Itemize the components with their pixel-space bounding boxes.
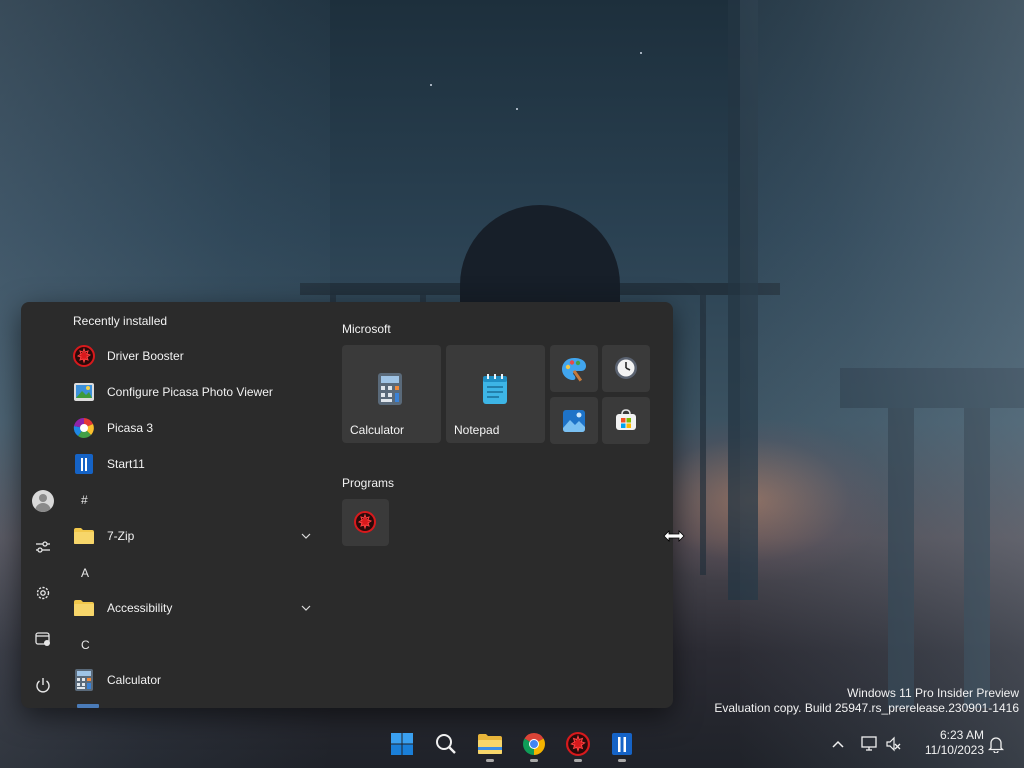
folder-icon: [73, 597, 95, 619]
curtain-right: [740, 0, 1024, 768]
tile-label: Notepad: [454, 423, 500, 437]
calculator-icon: [378, 373, 402, 405]
star: [640, 52, 642, 54]
star: [430, 84, 432, 86]
search-button[interactable]: [426, 724, 466, 764]
notepad-icon: [482, 373, 508, 405]
recently-installed-heading: Recently installed: [73, 314, 168, 328]
photos-icon: [562, 409, 586, 433]
programs-group-heading: Programs: [342, 476, 395, 490]
settings-button[interactable]: [29, 579, 57, 607]
start11-taskbar-button[interactable]: [602, 724, 642, 764]
power-button[interactable]: [29, 671, 57, 699]
picasa-viewer-icon: [73, 381, 95, 403]
next-list-item-partial: [77, 704, 99, 708]
start-rail: [21, 302, 65, 708]
notifications-button[interactable]: [982, 724, 1010, 764]
letter-header-hash[interactable]: #: [81, 493, 88, 507]
tile-label: Calculator: [350, 423, 405, 437]
sliders-icon: [36, 541, 50, 553]
list-item-picasa-3[interactable]: Picasa 3: [73, 413, 313, 443]
clock-icon: [614, 356, 638, 380]
search-icon: [436, 734, 456, 754]
watermark-line-2: Evaluation copy. Build 25947.rs_prerelea…: [714, 701, 1019, 715]
driver-booster-icon: [73, 345, 95, 367]
chevron-down-icon[interactable]: [299, 529, 313, 543]
list-item-label: 7-Zip: [107, 529, 135, 543]
railing-post: [700, 295, 706, 575]
star: [516, 108, 518, 110]
driver-booster-icon: [354, 511, 376, 533]
tile-notepad[interactable]: Notepad: [446, 345, 545, 443]
list-item-calculator[interactable]: Calculator: [73, 665, 313, 695]
tile-clock[interactable]: [602, 345, 650, 392]
list-item-label: Calculator: [107, 673, 162, 687]
list-item-label: Driver Booster: [107, 349, 184, 363]
list-item-label: Accessibility: [107, 601, 173, 615]
pinned-area: Microsoft Calculator Notepad Programs: [341, 302, 673, 708]
start-icon: [391, 733, 413, 755]
personalization-button[interactable]: [29, 533, 57, 561]
user-avatar: [32, 490, 54, 512]
tile-paint[interactable]: [550, 345, 598, 392]
show-hidden-icons-button[interactable]: [824, 724, 852, 764]
calculator-icon: [73, 669, 95, 691]
start11-icon: [612, 733, 632, 755]
file-explorer-icon: [35, 632, 50, 646]
list-item-start11[interactable]: Start11: [73, 449, 313, 479]
running-indicator: [574, 759, 582, 762]
power-icon: [36, 678, 50, 693]
clock-time: 6:23 AM: [939, 728, 984, 742]
chevron-up-icon: [832, 740, 844, 748]
driver-booster-icon: [566, 732, 590, 756]
horizontal-resize-cursor-icon: [663, 530, 685, 542]
start-menu: Recently installed Driver Booster Config…: [21, 302, 673, 708]
file-explorer-taskbar-button[interactable]: [470, 724, 510, 764]
tile-photos[interactable]: [550, 397, 598, 444]
driver-booster-taskbar-button[interactable]: [558, 724, 598, 764]
letter-header-a[interactable]: A: [81, 566, 89, 580]
bell-icon: [988, 737, 1004, 753]
picasa-icon: [73, 417, 95, 439]
paint-icon: [561, 356, 587, 382]
folder-accessibility[interactable]: Accessibility: [73, 593, 313, 623]
folder-7zip[interactable]: 7-Zip: [73, 521, 313, 551]
folder-icon: [73, 525, 95, 547]
tile-driver-booster[interactable]: [342, 499, 389, 546]
watermark-line-1: Windows 11 Pro Insider Preview: [847, 686, 1019, 700]
user-account-button[interactable]: [29, 487, 57, 515]
letter-header-c[interactable]: C: [81, 638, 90, 652]
running-indicator: [486, 759, 494, 762]
start11-icon: [73, 453, 95, 475]
list-item-configure-picasa[interactable]: Configure Picasa Photo Viewer: [73, 377, 313, 407]
taskbar: [0, 720, 1024, 768]
chrome-icon: [523, 733, 545, 755]
list-item-label: Start11: [107, 457, 145, 471]
running-indicator: [618, 759, 626, 762]
list-item-label: Configure Picasa Photo Viewer: [107, 385, 273, 399]
network-icon: [861, 736, 877, 751]
list-item-driver-booster[interactable]: Driver Booster: [73, 341, 313, 371]
tile-store[interactable]: [602, 397, 650, 444]
store-icon: [614, 408, 638, 432]
gear-icon: [36, 586, 50, 600]
tile-calculator[interactable]: Calculator: [342, 345, 441, 443]
list-item-label: Picasa 3: [107, 421, 154, 435]
clock-date: 11/10/2023: [924, 743, 984, 757]
chrome-taskbar-button[interactable]: [514, 724, 554, 764]
volume-muted-icon: [886, 736, 901, 752]
all-apps-list: Recently installed Driver Booster Config…: [65, 302, 325, 708]
file-explorer-icon: [478, 734, 502, 754]
evaluation-watermark: Windows 11 Pro Insider Preview Evaluatio…: [714, 686, 1019, 716]
running-indicator: [530, 759, 538, 762]
file-explorer-button[interactable]: [29, 625, 57, 653]
taskbar-clock[interactable]: 6:23 AM 11/10/2023: [912, 728, 984, 758]
start-button[interactable]: [382, 724, 422, 764]
quick-settings-button[interactable]: [856, 724, 906, 764]
chevron-down-icon[interactable]: [299, 601, 313, 615]
microsoft-group-heading: Microsoft: [342, 322, 391, 336]
